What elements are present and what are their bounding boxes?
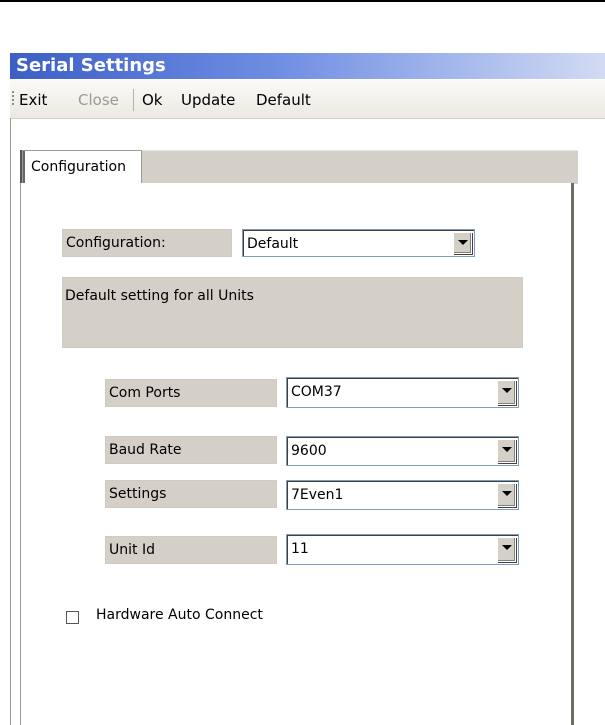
com-ports-label: Com Ports bbox=[105, 379, 277, 407]
configuration-label: Configuration: bbox=[62, 229, 232, 257]
tab-label: Configuration bbox=[31, 159, 126, 175]
configuration-select-value: Default bbox=[247, 236, 299, 252]
baud-rate-label: Baud Rate bbox=[105, 436, 277, 464]
tab-configuration[interactable]: Configuration bbox=[22, 150, 142, 185]
ok-button[interactable]: Ok bbox=[142, 91, 163, 109]
chevron-down-icon[interactable] bbox=[453, 232, 472, 254]
settings-select-value: 7Even1 bbox=[291, 487, 344, 503]
settings-select[interactable]: 7Even1 bbox=[286, 480, 519, 510]
exit-button[interactable]: Exit bbox=[19, 91, 47, 109]
com-ports-select-value: COM37 bbox=[291, 384, 342, 400]
close-button[interactable]: Close bbox=[78, 91, 119, 109]
window-left-border bbox=[10, 118, 11, 725]
hardware-auto-connect-label[interactable]: Hardware Auto Connect bbox=[96, 607, 263, 623]
chevron-down-icon[interactable] bbox=[497, 380, 516, 405]
top-border bbox=[0, 0, 605, 2]
unit-id-select-value: 11 bbox=[291, 541, 309, 557]
window-title: Serial Settings bbox=[16, 55, 166, 76]
toolbar-separator bbox=[133, 89, 134, 111]
settings-label: Settings bbox=[105, 480, 277, 508]
configuration-select[interactable]: Default bbox=[242, 229, 475, 257]
unit-id-label: Unit Id bbox=[105, 536, 277, 564]
com-ports-select[interactable]: COM37 bbox=[286, 377, 519, 408]
hardware-auto-connect-checkbox[interactable] bbox=[66, 611, 79, 624]
toolbar-grip-icon[interactable] bbox=[12, 91, 14, 107]
update-button[interactable]: Update bbox=[181, 91, 235, 109]
window-titlebar: Serial Settings bbox=[10, 53, 605, 79]
chevron-down-icon[interactable] bbox=[497, 537, 516, 562]
chevron-down-icon[interactable] bbox=[497, 439, 516, 463]
unit-id-select[interactable]: 11 bbox=[286, 534, 519, 565]
default-button[interactable]: Default bbox=[256, 91, 311, 109]
baud-rate-select-value: 9600 bbox=[291, 443, 327, 459]
configuration-description: Default setting for all Units bbox=[62, 277, 523, 348]
toolbar: Exit Close Ok Update Default bbox=[10, 80, 605, 119]
chevron-down-icon[interactable] bbox=[497, 483, 516, 507]
baud-rate-select[interactable]: 9600 bbox=[286, 436, 519, 466]
